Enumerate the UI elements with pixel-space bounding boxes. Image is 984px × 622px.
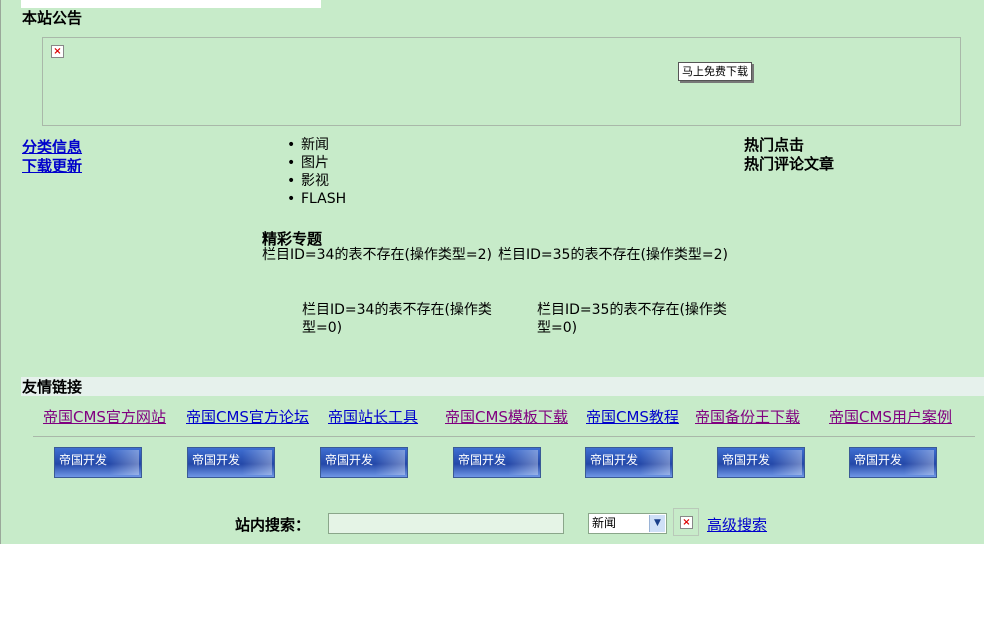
error-message: 栏目ID=34的表不存在(操作类型=0) — [302, 302, 492, 336]
category-item-video[interactable]: 影视 — [287, 172, 346, 190]
partner-logo-label: 帝国开发 — [325, 453, 374, 467]
friend-link[interactable]: 帝国CMS官方网站 — [43, 406, 166, 427]
partner-logo[interactable]: 帝国开发 — [320, 447, 408, 478]
classified-info-link[interactable]: 分类信息 — [22, 136, 82, 157]
partner-logo-label: 帝国开发 — [192, 453, 241, 467]
partner-logo[interactable]: 帝国开发 — [717, 447, 805, 478]
chevron-down-icon[interactable]: ▼ — [649, 515, 665, 532]
hot-clicks-title: 热门点击 — [744, 136, 805, 154]
friend-link[interactable]: 帝国站长工具 — [328, 406, 418, 427]
partner-logo[interactable]: 帝国开发 — [187, 447, 275, 478]
category-item-flash[interactable]: FLASH — [287, 190, 346, 208]
divider — [33, 436, 975, 437]
broken-image-icon: × — [680, 516, 693, 529]
notice-box: × — [42, 37, 961, 126]
search-label: 站内搜索： — [235, 516, 311, 534]
error-message: 栏目ID=35的表不存在(操作类型=0) — [537, 302, 727, 336]
error-message: 栏目ID=34的表不存在(操作类型=2) — [262, 247, 493, 263]
partner-logo-label: 帝国开发 — [722, 453, 771, 467]
partner-logo-label: 帝国开发 — [458, 453, 507, 467]
hot-section: 热门点击 热门评论文章 — [744, 136, 834, 174]
partner-logo-label: 帝国开发 — [854, 453, 903, 467]
partner-logo[interactable]: 帝国开发 — [453, 447, 541, 478]
partner-logo[interactable]: 帝国开发 — [54, 447, 142, 478]
hot-comments-title: 热门评论文章 — [744, 155, 835, 173]
partner-logo-label: 帝国开发 — [590, 453, 639, 467]
search-input[interactable] — [328, 513, 564, 534]
broken-image-icon: × — [51, 45, 64, 58]
friend-link[interactable]: 帝国CMS模板下载 — [445, 406, 568, 427]
friend-link[interactable]: 帝国CMS教程 — [586, 406, 679, 427]
friend-link[interactable]: 帝国备份王下载 — [695, 406, 800, 427]
advanced-search-link[interactable]: 高级搜索 — [707, 514, 767, 535]
notice-title: 本站公告 — [22, 9, 83, 27]
search-category-select[interactable]: 新闻 ▼ — [588, 513, 667, 534]
partner-logo[interactable]: 帝国开发 — [585, 447, 673, 478]
partner-logo[interactable]: 帝国开发 — [849, 447, 937, 478]
friend-links-header-band — [21, 377, 984, 396]
search-category-value: 新闻 — [592, 516, 617, 530]
friend-links-title: 友情链接 — [22, 378, 83, 396]
search-submit-button[interactable]: × — [673, 508, 699, 536]
partner-logo-label: 帝国开发 — [59, 453, 108, 467]
download-update-link[interactable]: 下载更新 — [22, 155, 82, 176]
category-list: 新闻 图片 影视 FLASH — [287, 136, 346, 208]
error-message: 栏目ID=35的表不存在(操作类型=2) — [498, 247, 729, 263]
category-item-news[interactable]: 新闻 — [287, 136, 346, 154]
friend-link[interactable]: 帝国CMS官方论坛 — [186, 406, 309, 427]
free-download-button[interactable]: 马上免费下载 — [678, 62, 752, 81]
friend-link[interactable]: 帝国CMS用户案例 — [829, 406, 952, 427]
category-item-images[interactable]: 图片 — [287, 154, 346, 172]
page-background: 本站公告 × 马上免费下载 分类信息 下载更新 新闻 图片 影视 FLASH 热… — [0, 0, 984, 544]
